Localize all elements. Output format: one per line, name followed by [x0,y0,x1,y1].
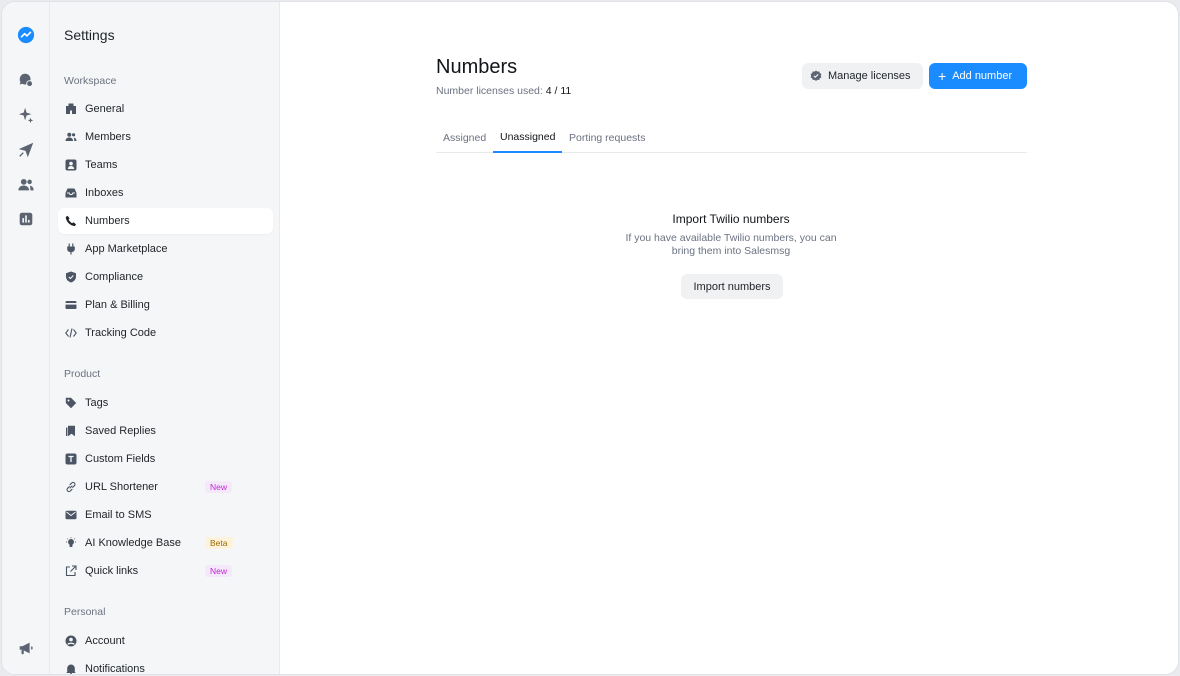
send-icon[interactable] [14,138,38,162]
empty-state-description-line: bring them into Salesmsg [671,245,791,257]
sidebar-item-label: Email to SMS [85,509,152,521]
sidebar-item-label: Compliance [85,271,144,283]
account-icon [65,635,77,647]
empty-state-description: If you have available Twilio numbers, yo… [606,232,856,258]
building-icon [65,103,77,115]
numbers-tabs: Assigned Unassigned Porting requests [436,122,1027,153]
sidebar-item-inboxes[interactable]: Inboxes [58,180,273,206]
main-content: Numbers Number licenses used: 4 / 11 Man… [280,2,1178,674]
sidebar-item-label: General [85,103,125,115]
sidebar-item-label: AI Knowledge Base [85,537,182,549]
tab-assigned[interactable]: Assigned [436,122,493,153]
sidebar-item-label: Tags [85,397,109,409]
sparkle-icon[interactable] [14,103,38,127]
sidebar-item-label: Saved Replies [85,425,156,437]
beta-badge: Beta [205,536,233,550]
group-label-product: Product [64,368,101,380]
manage-licenses-button[interactable]: Manage licenses [802,63,923,89]
group-label-personal: Personal [64,606,106,618]
import-numbers-button[interactable]: Import numbers [681,274,783,299]
sidebar-item-tags[interactable]: Tags [58,390,273,416]
sidebar-item-url-shortener[interactable]: URL Shortener New [58,474,273,500]
reports-icon[interactable] [14,207,38,231]
sidebar-item-label: Tracking Code [85,327,157,339]
text-field-icon [65,453,77,465]
app-window: Settings Workspace General Members Teams… [1,1,1179,675]
link-icon [65,481,77,493]
license-label: Number licenses used: [436,85,543,97]
new-badge: New [205,480,233,494]
sidebar-item-label: Numbers [85,215,130,227]
sidebar-item-saved-replies[interactable]: Saved Replies [58,418,273,444]
sidebar-item-tracking-code[interactable]: Tracking Code [58,320,273,346]
chat-icon[interactable] [14,68,38,92]
badge-check-icon [810,70,822,82]
megaphone-icon[interactable] [14,636,38,660]
sidebar-item-notifications[interactable]: Notifications [58,656,273,675]
sidebar-item-general[interactable]: General [58,96,273,122]
sidebar-item-email-to-sms[interactable]: Email to SMS [58,502,273,528]
page-title: Numbers [436,56,518,78]
sidebar-item-custom-fields[interactable]: Custom Fields [58,446,273,472]
bell-icon [65,663,77,674]
external-link-icon [65,565,77,577]
license-used-count: 4 [545,85,552,97]
sidebar-item-app-marketplace[interactable]: App Marketplace [58,236,273,262]
logo-icon[interactable] [14,23,38,47]
tab-porting-requests[interactable]: Porting requests [562,122,652,153]
sidebar-item-ai-knowledge-base[interactable]: AI Knowledge Base Beta [58,530,273,556]
license-usage: Number licenses used: 4 / 11 [436,85,571,97]
phone-icon [65,215,77,227]
card-icon [65,299,77,311]
sidebar-item-label: Inboxes [85,187,124,199]
members-icon [65,131,77,143]
sidebar-item-label: Custom Fields [85,453,156,465]
add-number-label: Add number [952,70,1013,82]
mail-icon [65,509,77,521]
sidebar-item-numbers[interactable]: Numbers [58,208,273,234]
teams-icon [65,159,77,171]
settings-sidebar: Settings Workspace General Members Teams… [50,2,280,674]
group-label-workspace: Workspace [64,75,117,87]
sidebar-item-plan-billing[interactable]: Plan & Billing [58,292,273,318]
tab-unassigned[interactable]: Unassigned [493,122,563,153]
bulb-icon [65,537,77,549]
empty-state-description-line: If you have available Twilio numbers, yo… [625,232,837,244]
add-number-button[interactable]: + Add number [929,63,1027,89]
sidebar-item-teams[interactable]: Teams [58,152,273,178]
sidebar-item-label: Teams [85,159,118,171]
sidebar-item-label: Plan & Billing [85,299,150,311]
shield-icon [65,271,77,283]
plug-icon [65,243,77,255]
license-total-count: 11 [560,85,572,97]
code-icon [65,327,77,339]
sidebar-item-members[interactable]: Members [58,124,273,150]
inbox-icon [65,187,77,199]
sidebar-item-quick-links[interactable]: Quick links New [58,558,273,584]
license-separator: / [554,85,558,97]
new-badge: New [205,564,233,578]
plus-icon: + [938,68,947,84]
sidebar-item-label: Account [85,635,125,647]
sidebar-item-label: App Marketplace [85,243,168,255]
sidebar-item-label: URL Shortener [85,481,158,493]
sidebar-item-label: Notifications [85,663,145,675]
saved-replies-icon [65,425,77,437]
contacts-icon[interactable] [14,173,38,197]
sidebar-item-account[interactable]: Account [58,628,273,654]
sidebar-item-compliance[interactable]: Compliance [58,264,273,290]
sidebar-item-label: Quick links [85,565,139,577]
empty-state-title: Import Twilio numbers [672,212,790,226]
manage-licenses-label: Manage licenses [828,70,911,82]
sidebar-item-label: Members [85,131,131,143]
tag-icon [65,397,77,409]
sidebar-title: Settings [64,27,115,43]
icon-rail [2,2,50,674]
